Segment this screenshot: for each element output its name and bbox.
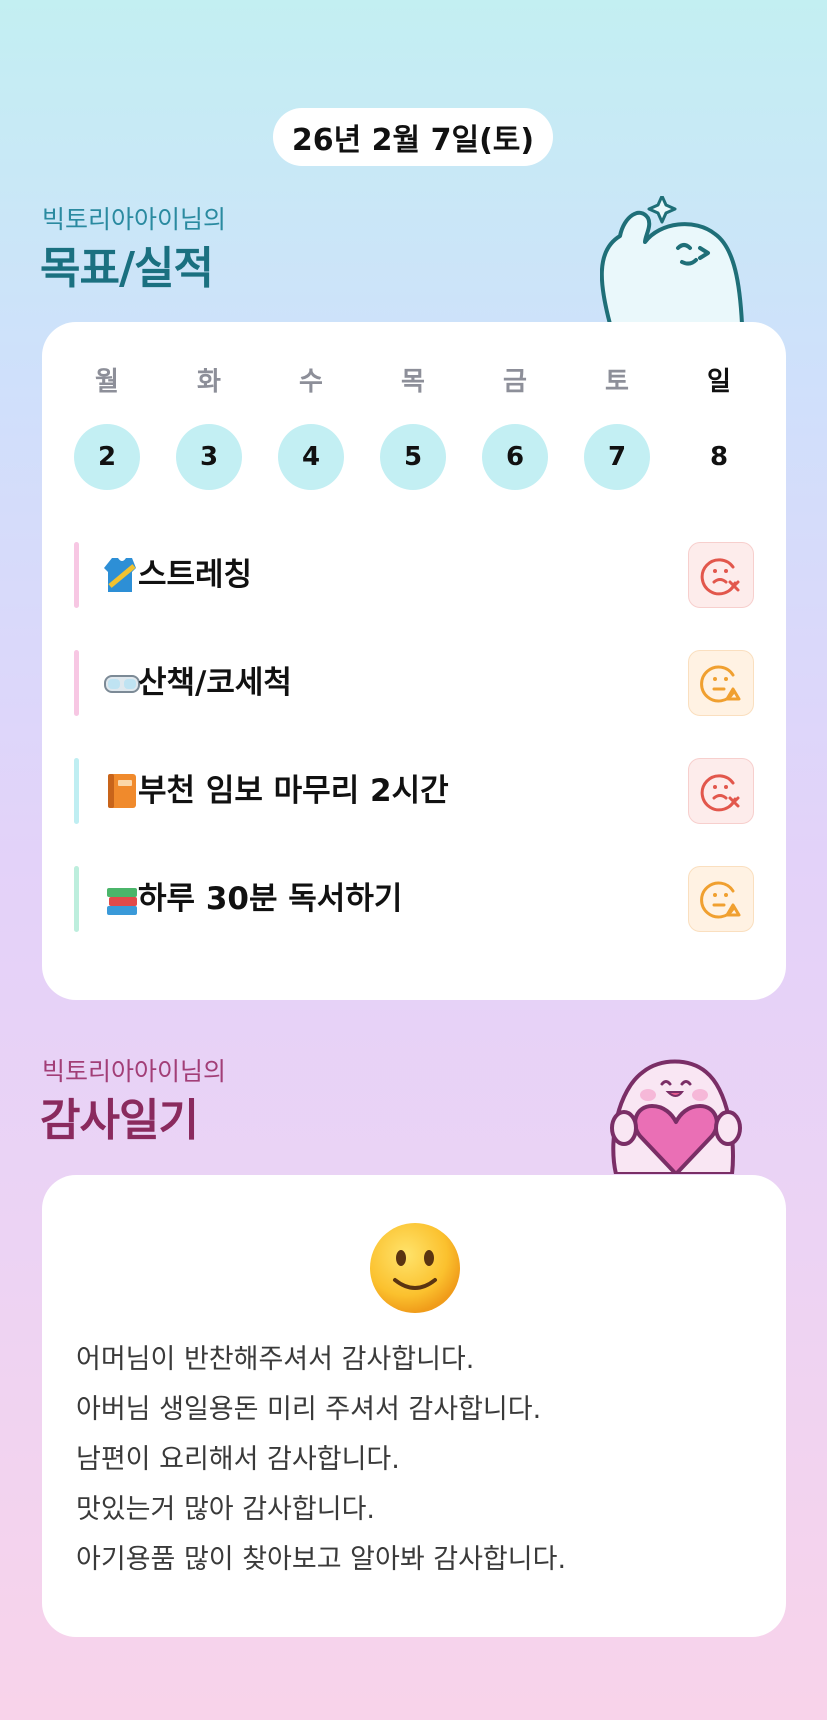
day-name: 일 (707, 367, 731, 397)
gratitude-text: 어머님이 반찬해주셔서 감사합니다. 아버님 생일용돈 미리 주셔서 감사합니다… (76, 1335, 756, 1585)
gratitude-card: 어머님이 반찬해주셔서 감사합니다. 아버님 생일용돈 미리 주셔서 감사합니다… (42, 1175, 786, 1637)
goal-item[interactable]: 하루 30분 독서하기 (74, 866, 754, 932)
day-number: 8 (709, 442, 729, 472)
gratitude-line: 아기용품 많이 찾아보고 알아봐 감사합니다. (76, 1544, 567, 1575)
goal-label: 부천 임보 마무리 2시간 (138, 773, 449, 809)
ghost-cheer-mascot-icon (600, 196, 744, 324)
sad-face-x-icon (700, 774, 740, 812)
neutral-face-triangle-icon (700, 881, 741, 919)
books-icon (107, 888, 137, 915)
sad-face-x-icon (700, 558, 740, 596)
status-partial-button[interactable] (688, 866, 754, 932)
goal-item[interactable]: 스트레칭 (74, 542, 754, 608)
ghost-heart-mascot-icon (610, 1059, 742, 1174)
day-name: 화 (197, 367, 221, 397)
day-number: 6 (482, 424, 548, 490)
day-column-mon[interactable]: 월 2 (74, 362, 140, 490)
day-number: 2 (74, 424, 140, 490)
goals-title: 목표/실적 (40, 243, 214, 294)
day-number: 4 (278, 424, 344, 490)
thanks-subtitle: 빅토리아아이님의 (42, 1057, 227, 1086)
day-column-sat[interactable]: 토 7 (584, 362, 650, 490)
goal-label: 하루 30분 독서하기 (138, 881, 403, 917)
status-fail-button[interactable] (688, 758, 754, 824)
goal-color-bar (74, 650, 79, 716)
day-column-thu[interactable]: 목 5 (380, 362, 446, 490)
day-column-fri[interactable]: 금 6 (482, 362, 548, 490)
day-number: 3 (176, 424, 242, 490)
gratitude-line: 맛있는거 많아 감사합니다. (76, 1494, 375, 1525)
slightly-smiling-face-icon (370, 1223, 460, 1313)
thanks-title: 감사일기 (40, 1095, 199, 1146)
goals-subtitle: 빅토리아아이님의 (42, 205, 227, 234)
day-name: 토 (605, 367, 629, 397)
day-column-wed[interactable]: 수 4 (278, 362, 344, 490)
goals-card: 월 2 화 3 수 4 목 5 금 6 토 7 일 8 스트레칭 산책/코세척 … (42, 322, 786, 1000)
goggles-icon (104, 675, 140, 693)
goal-label: 산책/코세척 (138, 665, 292, 701)
goal-color-bar (74, 542, 79, 608)
gratitude-line: 남편이 요리해서 감사합니다. (76, 1444, 400, 1475)
status-partial-button[interactable] (688, 650, 754, 716)
day-name: 목 (401, 367, 425, 397)
day-name: 월 (95, 367, 119, 397)
running-shirt-icon (104, 558, 136, 592)
day-number: 7 (584, 424, 650, 490)
goal-item[interactable]: 산책/코세척 (74, 650, 754, 716)
date-label[interactable]: 26년 2월 7일(토) (273, 108, 553, 166)
day-number: 5 (380, 424, 446, 490)
gratitude-line: 어머님이 반찬해주셔서 감사합니다. (76, 1344, 475, 1375)
gratitude-line: 아버님 생일용돈 미리 주셔서 감사합니다. (76, 1394, 542, 1425)
goal-item[interactable]: 부천 임보 마무리 2시간 (74, 758, 754, 824)
day-name: 수 (299, 367, 323, 397)
goal-label: 스트레칭 (138, 557, 253, 593)
goal-color-bar (74, 866, 79, 932)
day-column-tue[interactable]: 화 3 (176, 362, 242, 490)
day-column-sun[interactable]: 일 8 (686, 362, 752, 490)
status-fail-button[interactable] (688, 542, 754, 608)
goal-color-bar (74, 758, 79, 824)
neutral-face-triangle-icon (700, 665, 741, 703)
orange-book-icon (108, 774, 136, 808)
day-name: 금 (503, 367, 527, 397)
